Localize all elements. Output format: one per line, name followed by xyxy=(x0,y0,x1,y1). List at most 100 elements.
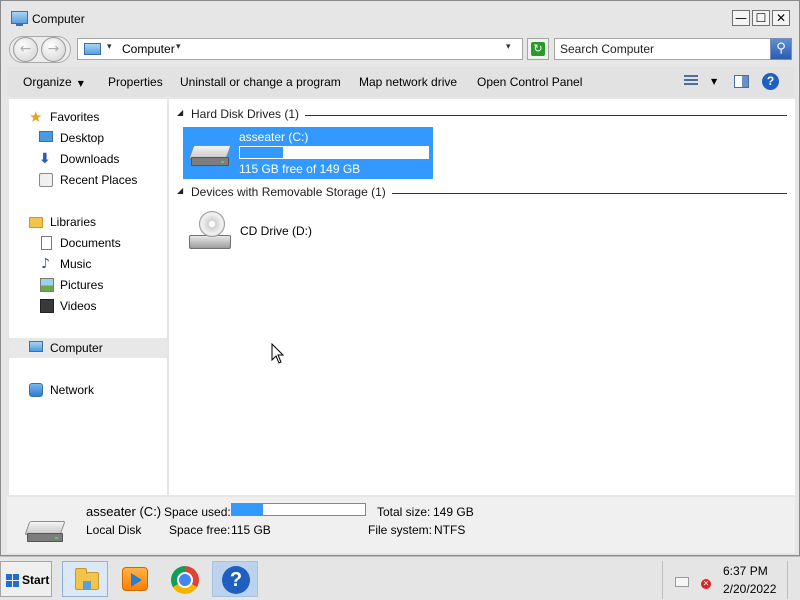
network-status-icon[interactable] xyxy=(675,577,689,587)
recent-places-icon xyxy=(39,173,53,187)
maximize-button[interactable]: ☐ xyxy=(752,10,770,26)
address-bar[interactable]: ▾ Computer ▾ ▾ xyxy=(77,38,523,60)
details-type: Local Disk xyxy=(86,523,142,537)
folder-icon xyxy=(75,568,99,590)
drive-item-c[interactable]: asseater (C:) 115 GB free of 149 GB xyxy=(183,127,433,179)
start-button[interactable]: Start xyxy=(0,561,52,597)
taskbar-chrome[interactable] xyxy=(162,561,208,597)
sidebar-item-desktop[interactable]: Desktop xyxy=(9,128,167,148)
download-arrow-icon: ⬇ xyxy=(39,151,51,167)
open-control-panel-button[interactable]: Open Control Panel xyxy=(477,75,582,89)
chrome-icon xyxy=(171,566,199,594)
help-icon: ? xyxy=(222,566,250,594)
close-button[interactable]: ✕ xyxy=(772,10,790,26)
organize-label: Organize xyxy=(23,75,72,89)
details-pane: asseater (C:) Local Disk Space used: Spa… xyxy=(7,497,795,553)
document-icon xyxy=(41,236,52,250)
sidebar-item-libraries[interactable]: Libraries xyxy=(9,212,167,232)
windows-logo-icon xyxy=(6,574,19,587)
help-icon[interactable]: ? xyxy=(762,73,779,90)
space-free-value: 115 GB xyxy=(231,523,271,537)
sidebar-label: Documents xyxy=(60,236,121,250)
sidebar-item-pictures[interactable]: Pictures xyxy=(9,275,167,295)
organize-button[interactable]: Organize ▼ xyxy=(23,75,84,89)
total-size-value: 149 GB xyxy=(433,505,474,519)
clock-time[interactable]: 6:37 PM xyxy=(723,564,768,578)
details-name: asseater (C:) xyxy=(86,504,162,519)
properties-button[interactable]: Properties xyxy=(108,75,163,89)
space-used-fill xyxy=(232,504,263,515)
error-icon[interactable]: ✕ xyxy=(701,579,711,589)
breadcrumb-arrow[interactable]: ▾ xyxy=(107,42,112,52)
drive-name: asseater (C:) xyxy=(239,130,309,144)
group-removable-storage[interactable]: ◢ Devices with Removable Storage (1) xyxy=(177,185,787,199)
chevron-down-icon: ▼ xyxy=(77,79,84,88)
sidebar-item-recent-places[interactable]: Recent Places xyxy=(9,170,167,190)
sidebar-item-videos[interactable]: Videos xyxy=(9,296,167,316)
sidebar-item-downloads[interactable]: ⬇ Downloads xyxy=(9,149,167,169)
taskbar-media-player[interactable] xyxy=(112,561,158,597)
computer-icon xyxy=(29,341,43,352)
sidebar-label: Computer xyxy=(50,341,103,355)
hard-drive-icon xyxy=(188,145,232,167)
sidebar-item-network[interactable]: Network xyxy=(9,380,167,400)
total-size-label: Total size: xyxy=(377,505,431,519)
drive-free-space: 115 GB free of 149 GB xyxy=(239,162,361,176)
search-placeholder: Search Computer xyxy=(560,42,655,56)
drive-usage-fill xyxy=(240,147,284,158)
view-options-dropdown[interactable]: ▼ xyxy=(711,77,717,86)
refresh-button[interactable]: ↻ xyxy=(527,38,549,60)
cd-drive-icon[interactable] xyxy=(189,211,233,251)
sidebar-item-music[interactable]: ♪ Music xyxy=(9,254,167,274)
title-bar[interactable]: Computer — ☐ ✕ xyxy=(1,1,799,31)
breadcrumb-caret[interactable]: ▾ xyxy=(176,42,181,52)
map-network-drive-button[interactable]: Map network drive xyxy=(359,75,457,89)
computer-icon xyxy=(84,43,101,55)
sidebar-label: Desktop xyxy=(60,131,105,145)
taskbar-help[interactable]: ? xyxy=(212,561,258,597)
back-button[interactable]: ← xyxy=(13,37,38,62)
sidebar-label: Downloads xyxy=(60,152,120,166)
sidebar-item-favorites[interactable]: ★ Favorites xyxy=(9,107,167,127)
explorer-window: Computer — ☐ ✕ ← → ▾ Computer ▾ ▾ ↻ Sear… xyxy=(0,0,800,556)
file-system-label: File system: xyxy=(368,523,433,537)
computer-icon xyxy=(11,11,28,26)
picture-icon xyxy=(40,278,54,292)
group-title: Devices with Removable Storage (1) xyxy=(191,185,392,199)
minimize-button[interactable]: — xyxy=(732,10,750,26)
taskbar-explorer[interactable] xyxy=(62,561,108,597)
command-bar: Organize ▼ Properties Uninstall or change… xyxy=(7,67,795,97)
sidebar-item-computer[interactable]: Computer xyxy=(9,338,167,358)
show-desktop-button[interactable] xyxy=(787,561,798,599)
sidebar-label: Network xyxy=(50,383,95,397)
search-button[interactable]: ⚲ xyxy=(770,38,792,60)
uninstall-button[interactable]: Uninstall or change a program xyxy=(180,75,341,89)
collapse-icon[interactable]: ◢ xyxy=(177,186,183,195)
navigation-pane: ★ Favorites Desktop ⬇ Downloads Recent P… xyxy=(9,99,167,495)
clock-date[interactable]: 2/20/2022 xyxy=(723,582,776,596)
change-view-icon[interactable] xyxy=(684,75,698,87)
sidebar-label: Videos xyxy=(60,299,97,313)
file-list[interactable]: ◢ Hard Disk Drives (1) asseater (C:) 115… xyxy=(169,99,795,495)
drive-item-d-label[interactable]: CD Drive (D:) xyxy=(240,224,312,238)
drive-usage-bar xyxy=(239,146,429,159)
sidebar-item-documents[interactable]: Documents xyxy=(9,233,167,253)
music-note-icon: ♪ xyxy=(41,256,50,272)
preview-pane-icon[interactable] xyxy=(734,75,749,88)
sidebar-label: Libraries xyxy=(50,215,97,229)
file-system-value: NTFS xyxy=(434,523,466,537)
space-used-bar xyxy=(231,503,366,516)
space-used-label: Space used: xyxy=(164,505,231,519)
film-icon xyxy=(40,299,54,313)
refresh-icon: ↻ xyxy=(531,42,545,56)
forward-button[interactable]: → xyxy=(41,37,66,62)
address-history-dropdown[interactable]: ▾ xyxy=(506,42,511,52)
sidebar-label: Recent Places xyxy=(60,173,138,187)
breadcrumb-computer[interactable]: Computer xyxy=(122,42,175,56)
group-hard-disk-drives[interactable]: ◢ Hard Disk Drives (1) xyxy=(177,107,787,121)
search-input[interactable]: Search Computer xyxy=(554,38,772,60)
navigation-bar: ← → ▾ Computer ▾ ▾ ↻ Search Computer ⚲ xyxy=(7,34,795,64)
library-folder-icon xyxy=(29,217,43,228)
collapse-icon[interactable]: ◢ xyxy=(177,108,183,117)
taskbar: Start ? ✕ 6:37 PM 2/20/2022 xyxy=(0,556,800,600)
